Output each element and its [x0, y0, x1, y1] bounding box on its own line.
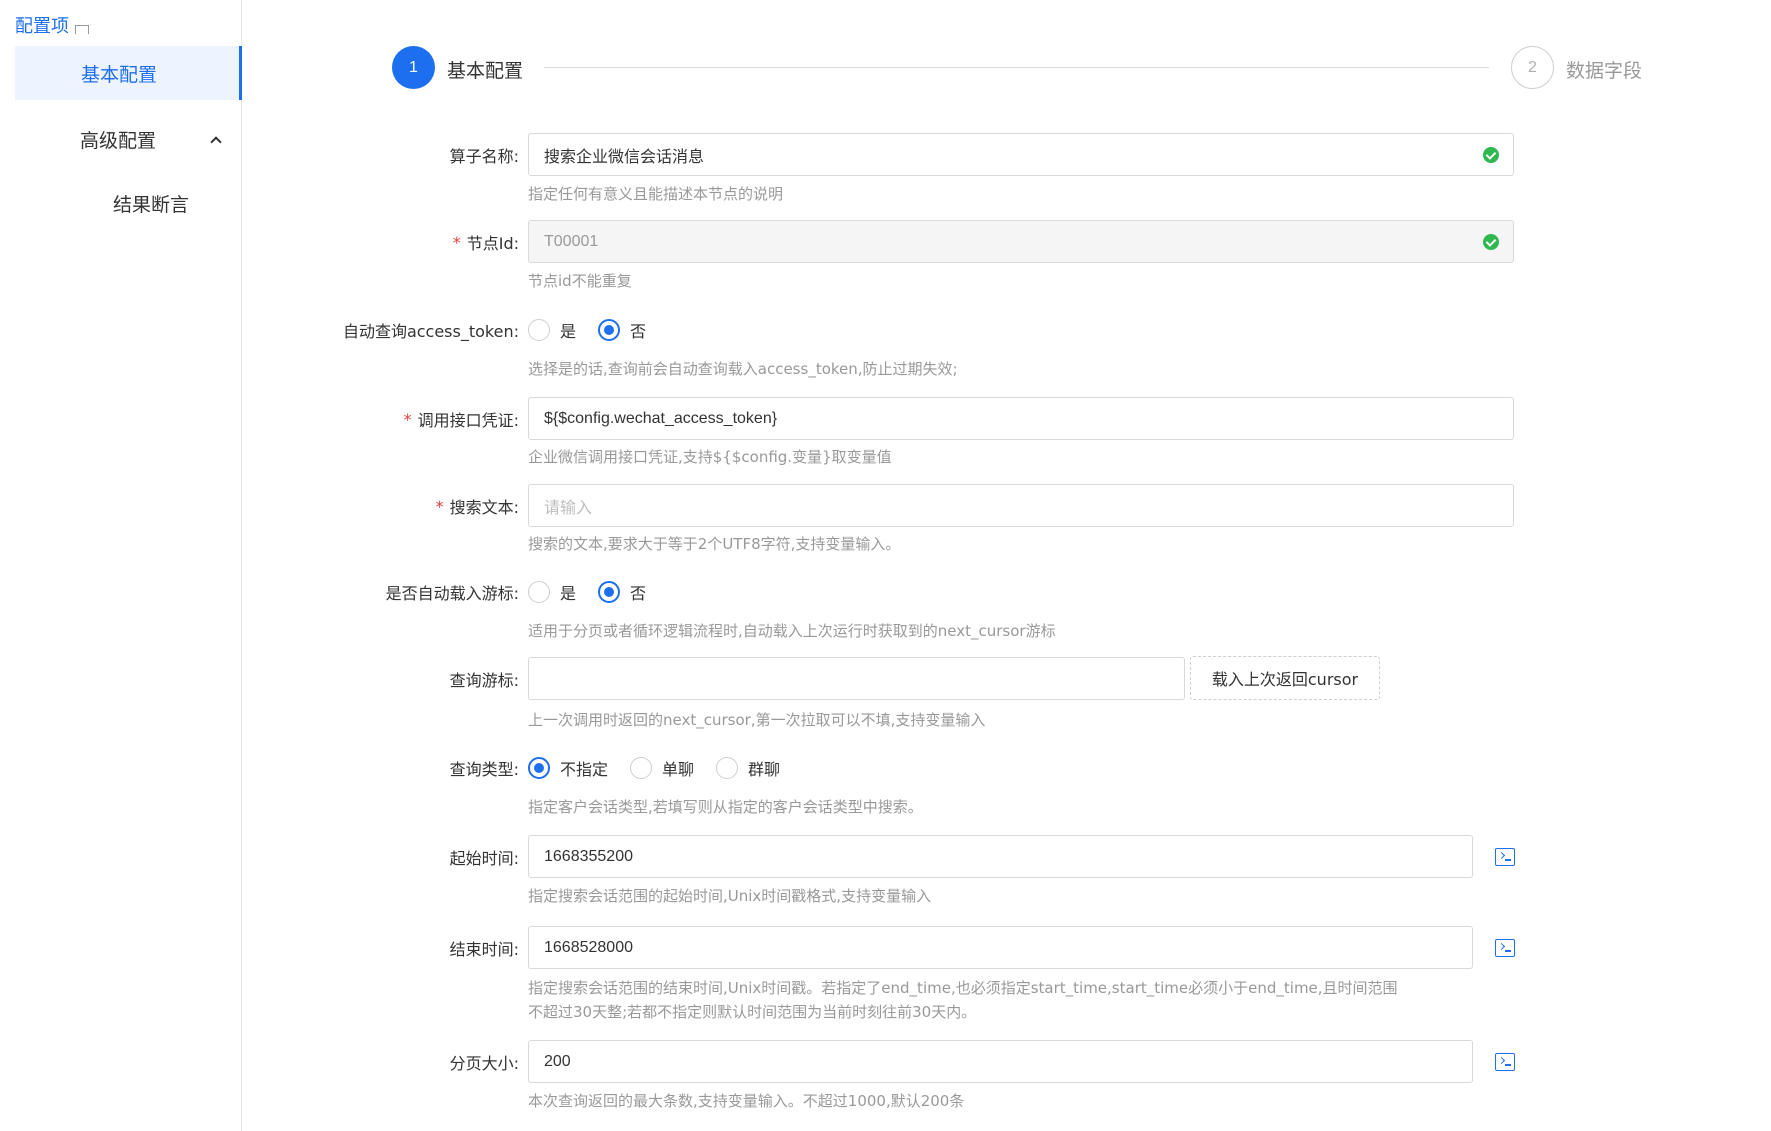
terminal-icon[interactable]	[1495, 848, 1515, 866]
auto-token-label: 自动查询access_token:	[342, 322, 519, 341]
node-id-value: T00001	[544, 232, 599, 250]
credential-hint: 企业微信调用接口凭证,支持${$config.变量}取变量值	[528, 448, 892, 466]
search-text-label: * 搜索文本:	[435, 496, 519, 518]
node-id-input[interactable]: T00001	[528, 220, 1514, 263]
radio-checked-icon	[598, 581, 621, 603]
query-type-radio-group: 不指定 单聊 群聊	[528, 747, 802, 789]
end-time-hint: 指定搜索会话范围的结束时间,Unix时间戳。若指定了end_time,也必须指定…	[528, 976, 1518, 1024]
collapse-icon[interactable]	[75, 24, 89, 34]
query-type-label: 查询类型:	[449, 760, 519, 779]
end-time-hint-line1: 指定搜索会话范围的结束时间,Unix时间戳。若指定了end_time,也必须指定…	[528, 979, 1398, 997]
load-cursor-button[interactable]: 载入上次返回cursor	[1190, 656, 1380, 700]
sidebar-title: 配置项	[15, 12, 89, 38]
step-1-circle[interactable]: 1	[392, 46, 435, 89]
auto-cursor-radio-yes[interactable]: 是	[528, 580, 576, 604]
query-type-radio-group-chat[interactable]: 群聊	[716, 756, 780, 780]
chevron-up-icon	[210, 136, 222, 148]
sidebar-item-label: 高级配置	[80, 130, 157, 152]
auto-cursor-hint: 适用于分页或者循环逻辑流程时,自动载入上次运行时获取到的next_cursor游…	[528, 622, 1056, 640]
operator-name-value: 搜索企业微信会话消息	[544, 148, 705, 166]
search-text-input[interactable]: 请输入	[528, 484, 1514, 527]
start-time-hint: 指定搜索会话范围的起始时间,Unix时间戳格式,支持变量输入	[528, 887, 932, 905]
start-time-value: 1668355200	[544, 847, 633, 865]
auto-cursor-label: 是否自动载入游标:	[385, 584, 519, 603]
search-text-placeholder: 请输入	[544, 499, 593, 517]
terminal-icon[interactable]	[1495, 1053, 1515, 1071]
operator-name-input[interactable]: 搜索企业微信会话消息	[528, 133, 1514, 176]
auto-token-radio-no[interactable]: 否	[598, 318, 646, 342]
page-size-input[interactable]: 200	[528, 1040, 1473, 1083]
operator-name-hint: 指定任何有意义且能描述本节点的说明	[528, 185, 784, 203]
query-type-radio-unspecified[interactable]: 不指定	[528, 756, 608, 780]
start-time-input[interactable]: 1668355200	[528, 835, 1473, 878]
start-time-label: 起始时间:	[449, 849, 519, 868]
credential-input[interactable]: ${$config.wechat_access_token}	[528, 397, 1514, 440]
radio-unchecked-icon	[528, 581, 550, 603]
sidebar-item-result-assertion[interactable]: 结果断言	[113, 190, 189, 217]
radio-unchecked-icon	[528, 319, 550, 341]
auto-token-radio-group: 是 否	[528, 309, 668, 351]
sidebar-title-text: 配置项	[15, 16, 69, 37]
page-size-value: 200	[544, 1052, 571, 1070]
auto-token-radio-yes[interactable]: 是	[528, 318, 576, 342]
radio-unchecked-icon	[630, 757, 653, 779]
query-type-hint: 指定客户会话类型,若填写则从指定的客户会话类型中搜索。	[528, 798, 923, 816]
step-1-label[interactable]: 基本配置	[447, 56, 523, 83]
radio-checked-icon	[528, 757, 550, 779]
cursor-hint: 上一次调用时返回的next_cursor,第一次拉取可以不填,支持变量输入	[528, 711, 986, 729]
cursor-input[interactable]	[528, 657, 1185, 700]
auto-token-hint: 选择是的话,查询前会自动查询载入access_token,防止过期失效;	[528, 360, 958, 378]
node-id-label: * 节点Id:	[452, 232, 519, 254]
end-time-label: 结束时间:	[449, 940, 519, 959]
end-time-value: 1668528000	[544, 938, 633, 956]
check-circle-icon	[1483, 234, 1499, 250]
credential-label: * 调用接口凭证:	[403, 409, 519, 431]
credential-value: ${$config.wechat_access_token}	[544, 409, 778, 427]
auto-cursor-radio-group: 是 否	[528, 571, 668, 613]
end-time-hint-line2: 不超过30天整;若都不指定则默认时间范围为当前时刻往前30天内。	[528, 1003, 977, 1021]
query-type-radio-single[interactable]: 单聊	[630, 756, 694, 780]
sidebar-item-advanced-config[interactable]: 高级配置	[80, 126, 222, 153]
search-text-hint: 搜索的文本,要求大于等于2个UTF8字符,支持变量输入。	[528, 535, 901, 553]
node-id-hint: 节点id不能重复	[528, 272, 632, 290]
radio-unchecked-icon	[716, 757, 739, 779]
step-2-label[interactable]: 数据字段	[1566, 56, 1642, 83]
end-time-input[interactable]: 1668528000	[528, 926, 1473, 969]
step-2-circle[interactable]: 2	[1511, 46, 1554, 89]
radio-checked-icon	[598, 319, 621, 341]
sidebar-item-label: 结果断言	[113, 194, 190, 216]
steps-bar: 1 基本配置 2 数据字段	[392, 46, 1646, 92]
operator-name-label: 算子名称:	[449, 147, 519, 166]
step-connector	[544, 67, 1489, 68]
page-size-hint: 本次查询返回的最大条数,支持变量输入。不超过1000,默认200条	[528, 1092, 965, 1110]
terminal-icon[interactable]	[1495, 939, 1515, 957]
check-circle-icon	[1483, 147, 1499, 163]
auto-cursor-radio-no[interactable]: 否	[598, 580, 646, 604]
page-size-label: 分页大小:	[449, 1054, 519, 1073]
sidebar: 配置项 基本配置 高级配置 结果断言	[0, 0, 242, 1131]
sidebar-item-label: 基本配置	[81, 63, 158, 86]
sidebar-item-basic-config[interactable]: 基本配置	[15, 46, 242, 100]
cursor-label: 查询游标:	[449, 671, 519, 690]
